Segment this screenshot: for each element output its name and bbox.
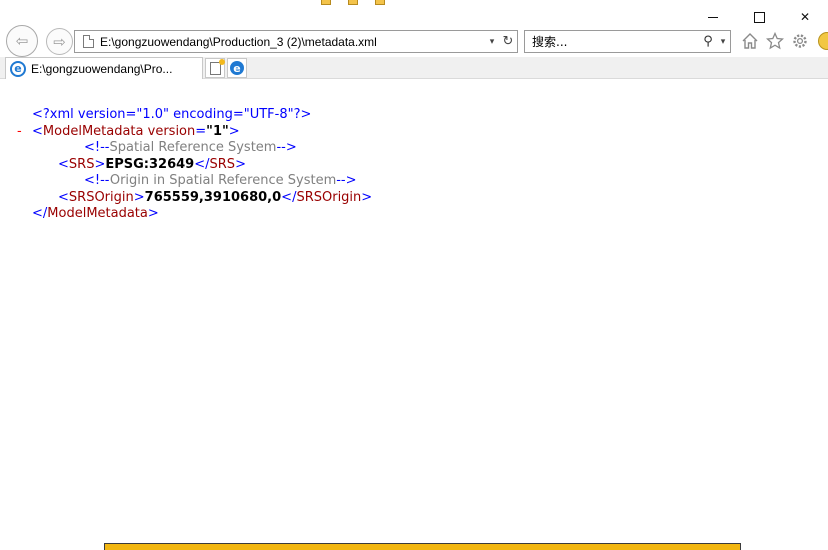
collapse-toggle[interactable]: - bbox=[17, 124, 22, 141]
tab-bar: e E:\gongzuowendang\Pro... e bbox=[0, 57, 828, 79]
xml-comment-text: Spatial Reference System bbox=[109, 140, 277, 155]
close-button[interactable]: ✕ bbox=[782, 6, 828, 28]
xml-origin-line: <SRSOrigin>765559,3910680,0</SRSOrigin> bbox=[58, 189, 373, 205]
page-icon bbox=[83, 35, 94, 48]
address-dropdown-icon[interactable]: ▾ bbox=[485, 37, 499, 47]
home-icon[interactable] bbox=[740, 31, 760, 51]
tab-title: E:\gongzuowendang\Pro... bbox=[31, 61, 173, 76]
xml-srs-line: <SRS>EPSG:32649</SRS> bbox=[58, 156, 246, 172]
root-attr-name: version bbox=[147, 123, 196, 139]
star-icon[interactable] bbox=[765, 31, 785, 51]
tab-active[interactable]: e E:\gongzuowendang\Pro... bbox=[5, 57, 203, 79]
page-content: <?xml version="1.0" encoding="UTF-8"?> -… bbox=[0, 79, 828, 541]
search-icon[interactable]: ⚲ bbox=[700, 34, 716, 49]
refresh-icon[interactable]: ↻ bbox=[499, 34, 517, 49]
folder-icon bbox=[321, 0, 331, 5]
toolbar-icons bbox=[740, 31, 810, 51]
forward-arrow-icon: ⇨ bbox=[53, 32, 66, 51]
address-bar[interactable]: E:\gongzuowendang\Production_3 (2)\metad… bbox=[74, 30, 518, 53]
new-tab-icon bbox=[209, 58, 225, 75]
address-text[interactable]: E:\gongzuowendang\Production_3 (2)\metad… bbox=[100, 35, 485, 49]
xml-declaration-line: <?xml version="1.0" encoding="UTF-8"?> bbox=[0, 107, 372, 124]
search-box: ⚲ ▾ bbox=[524, 30, 731, 53]
root-close-tag: ModelMetadata bbox=[47, 206, 148, 221]
minimize-button[interactable] bbox=[690, 6, 736, 28]
root-attr-value: "1" bbox=[206, 123, 229, 139]
gear-icon[interactable] bbox=[790, 31, 810, 51]
maximize-button[interactable] bbox=[736, 6, 782, 28]
open-in-edge-button[interactable]: e bbox=[227, 58, 247, 78]
xml-comment-line: <!--Spatial Reference System--> bbox=[84, 140, 297, 155]
origin-close-tag: SRSOrigin bbox=[296, 189, 362, 205]
navigation-bar: ⇦ ⇨ E:\gongzuowendang\Production_3 (2)\m… bbox=[0, 25, 828, 57]
back-button[interactable]: ⇦ bbox=[6, 25, 38, 57]
window-controls: ✕ bbox=[690, 6, 828, 28]
origin-value: 765559,3910680,0 bbox=[144, 189, 282, 205]
srs-open-tag: SRS bbox=[68, 156, 95, 172]
folder-icon bbox=[375, 0, 385, 5]
xml-root-open-line: - <ModelMetadata version="1"> bbox=[17, 123, 240, 141]
xml-declaration: <?xml version="1.0" encoding="UTF-8"?> bbox=[32, 107, 312, 122]
notification-bar[interactable] bbox=[104, 543, 741, 550]
search-dropdown-icon[interactable]: ▾ bbox=[716, 37, 730, 47]
xml-tree: <?xml version="1.0" encoding="UTF-8"?> -… bbox=[0, 107, 372, 223]
xml-comment-text: Origin in Spatial Reference System bbox=[109, 173, 337, 188]
search-input[interactable] bbox=[525, 34, 700, 49]
origin-open-tag: SRSOrigin bbox=[68, 189, 134, 205]
srs-close-tag: SRS bbox=[209, 156, 236, 172]
xml-comment-line: <!--Origin in Spatial Reference System--… bbox=[84, 173, 357, 188]
forward-button[interactable]: ⇨ bbox=[46, 28, 73, 55]
new-tab-button[interactable] bbox=[205, 58, 225, 78]
back-arrow-icon: ⇦ bbox=[15, 32, 29, 50]
xml-root-close-line: </ModelMetadata> bbox=[32, 206, 159, 221]
root-tag-name: ModelMetadata bbox=[42, 123, 144, 139]
folder-icon bbox=[348, 0, 358, 5]
srs-value: EPSG:32649 bbox=[105, 156, 195, 172]
edge-icon: e bbox=[230, 61, 244, 75]
smiley-icon[interactable] bbox=[818, 32, 828, 50]
internet-explorer-icon: e bbox=[10, 60, 26, 77]
